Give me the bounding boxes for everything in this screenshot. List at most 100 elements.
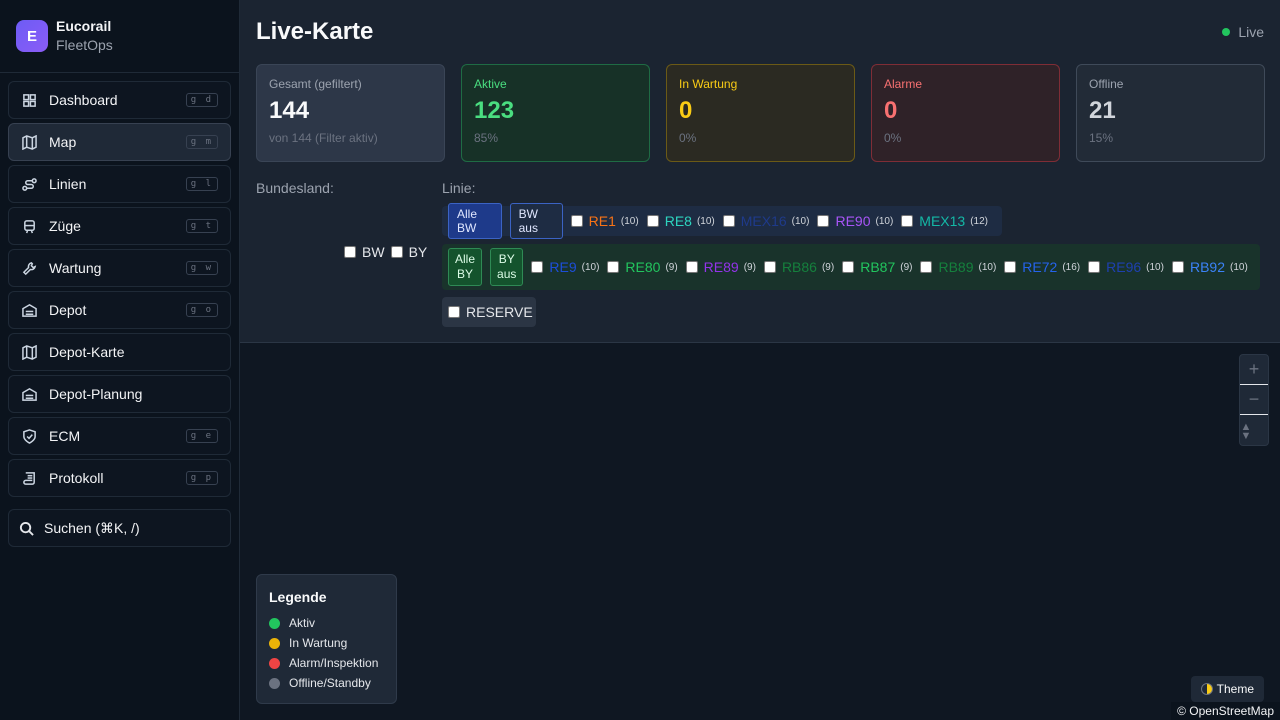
keyboard-shortcut: g t <box>185 219 218 233</box>
checkbox[interactable] <box>607 261 620 273</box>
sidebar-item-depot-karte[interactable]: Depot-Karte <box>8 333 231 371</box>
route-icon <box>21 176 37 192</box>
line-checkbox-re9[interactable]: RE9 (10) <box>531 259 599 275</box>
legend-title: Legende <box>269 589 327 605</box>
line-checkbox-re90[interactable]: RE90 (10) <box>817 213 893 229</box>
reserve-checkbox[interactable]: RESERVE <box>448 304 533 320</box>
checkbox[interactable] <box>1088 261 1101 273</box>
sidebar: E Eucorail FleetOps Dashboard g d Map g m Li… <box>0 0 240 720</box>
checkbox[interactable] <box>531 261 544 273</box>
status-dot-icon <box>269 637 280 649</box>
checkbox[interactable] <box>685 261 698 273</box>
brand-logo: E <box>16 20 48 52</box>
line-checkbox-rb87[interactable]: RB87 (9) <box>842 259 912 275</box>
zoom-in-button[interactable]: + <box>1240 355 1268 385</box>
stat-value: 0 <box>884 97 898 124</box>
legend-label: Aktiv <box>289 616 316 630</box>
sidebar-item-ecm[interactable]: ECM g e <box>8 417 231 455</box>
checkbox[interactable] <box>722 215 735 227</box>
line-name: RE80 <box>625 259 661 275</box>
by-off-button[interactable]: BY aus <box>490 248 524 286</box>
line-name: RB92 <box>1189 259 1225 275</box>
checkbox[interactable] <box>920 261 933 273</box>
line-name: MEX16 <box>740 213 787 229</box>
line-checkbox-re8[interactable]: RE8 (10) <box>646 213 715 229</box>
train-icon <box>21 218 37 234</box>
line-count: (9) <box>743 261 756 273</box>
line-checkbox-re1[interactable]: RE1 (10) <box>570 213 639 229</box>
sidebar-item-wartung[interactable]: Wartung g w <box>8 249 231 287</box>
sidebar-item-label: ECM <box>49 428 81 444</box>
shield-icon <box>21 428 37 444</box>
stat-label: Aktive <box>474 77 507 91</box>
reset-bearing-button[interactable]: ▲▼ <box>1240 415 1252 445</box>
checkbox[interactable] <box>763 261 776 273</box>
zoom-control: + − ▲▼ <box>1239 354 1269 446</box>
live-label: Live <box>1238 24 1264 40</box>
stat-sub: 0% <box>679 131 697 145</box>
line-count: (10) <box>581 261 600 273</box>
checkbox[interactable] <box>1171 261 1184 273</box>
line-checkbox-rb86[interactable]: RB86 (9) <box>763 259 834 275</box>
line-count: (9) <box>665 261 678 273</box>
checkbox[interactable] <box>817 215 830 227</box>
line-checkbox-mex16[interactable]: MEX16 (10) <box>722 213 809 229</box>
line-name: RB86 <box>781 259 817 275</box>
keyboard-shortcut: g e <box>185 429 218 443</box>
state-checkbox-by[interactable]: BY <box>390 244 428 260</box>
checkbox[interactable] <box>448 306 460 318</box>
bw-off-button[interactable]: BW aus <box>509 203 563 239</box>
line-checkbox-re96[interactable]: RE96 (10) <box>1088 259 1164 275</box>
checkbox[interactable] <box>1004 261 1017 273</box>
sidebar-item-depot-planung[interactable]: Depot-Planung <box>8 375 231 413</box>
theme-toggle-button[interactable]: Theme <box>1190 676 1264 702</box>
sidebar-item-dashboard[interactable]: Dashboard g d <box>8 81 231 119</box>
map-canvas[interactable]: + − ▲▼ Legende Aktiv In Wartung Alarm/Insp… <box>240 344 1280 720</box>
checkbox[interactable] <box>842 261 855 273</box>
line-checkbox-mex13[interactable]: MEX13 (12) <box>901 213 988 229</box>
line-checkbox-re80[interactable]: RE80 (9) <box>607 259 678 275</box>
legend-label: Alarm/Inspektion <box>289 656 379 670</box>
keyboard-shortcut: g w <box>185 261 218 275</box>
checkbox[interactable] <box>646 215 659 227</box>
map-icon <box>21 134 37 150</box>
state-checkbox-bw[interactable]: BW <box>344 244 385 260</box>
legend-label: Offline/Standby <box>289 676 371 690</box>
stat-sub: 85% <box>474 131 499 145</box>
state-checkboxes: BW BY <box>344 244 427 260</box>
all-by-button[interactable]: Alle BY <box>448 248 483 286</box>
zoom-out-button[interactable]: − <box>1240 385 1268 415</box>
search-button[interactable]: Suchen (⌘K, /) <box>8 509 231 547</box>
stat-card-alarms: Alarme 0 0% <box>871 64 1060 162</box>
sidebar-item-z-ge[interactable]: Züge g t <box>8 207 231 245</box>
sidebar-item-depot[interactable]: Depot g o <box>8 291 231 329</box>
sidebar-item-map[interactable]: Map g m <box>8 123 231 161</box>
line-checkbox-rb89[interactable]: RB89 (10) <box>920 259 996 275</box>
line-checkbox-rb92[interactable]: RB92 (10) <box>1171 259 1248 275</box>
checkbox-label: BW <box>362 244 385 260</box>
line-checkbox-re72[interactable]: RE72 (16) <box>1004 259 1080 275</box>
search-label: Suchen (⌘K, /) <box>44 519 140 536</box>
checkbox[interactable] <box>390 246 403 258</box>
stat-value: 0 <box>679 97 693 124</box>
sidebar-item-linien[interactable]: Linien g l <box>8 165 231 203</box>
sidebar-item-label: Linien <box>49 176 87 192</box>
checkbox[interactable] <box>901 215 914 227</box>
checkbox[interactable] <box>344 246 356 258</box>
checkbox-label: BY <box>408 244 428 260</box>
sidebar-item-protokoll[interactable]: Protokoll g p <box>8 459 231 497</box>
all-bw-button[interactable]: Alle BW <box>448 203 502 239</box>
map-attribution[interactable]: © OpenStreetMap <box>1171 702 1280 720</box>
legend-item: Aktiv <box>269 613 384 633</box>
line-checkbox-re89[interactable]: RE89 (9) <box>685 259 756 275</box>
stat-card-total: Gesamt (gefiltert) 144 von 144 (Filter a… <box>256 64 445 162</box>
line-count: (10) <box>978 261 997 273</box>
sidebar-item-label: Depot-Karte <box>49 344 125 360</box>
wrench-icon <box>21 260 37 276</box>
line-name: RB87 <box>860 259 896 275</box>
checkbox[interactable] <box>570 215 583 227</box>
line-name: RE1 <box>588 213 616 229</box>
sidebar-item-label: Dashboard <box>49 92 118 108</box>
legend-label: In Wartung <box>289 636 348 650</box>
stat-card-maintenance: In Wartung 0 0% <box>666 64 855 162</box>
